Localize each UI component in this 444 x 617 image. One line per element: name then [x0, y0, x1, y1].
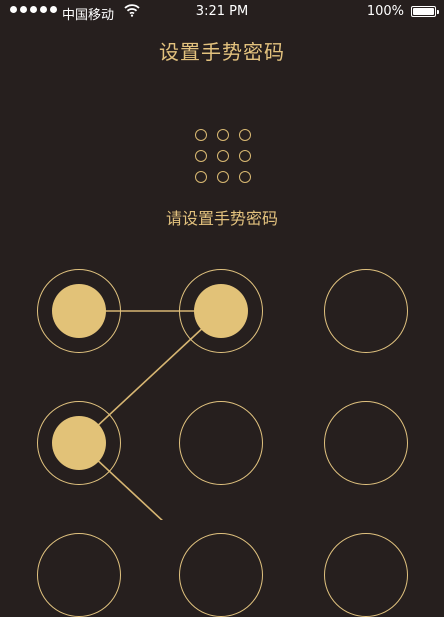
preview-dot [239, 129, 251, 141]
preview-dot [217, 129, 229, 141]
battery-percentage: 100% [366, 4, 404, 19]
preview-dot [217, 171, 229, 183]
instruction-text: 请设置手势密码 [165, 209, 278, 228]
preview-dot [195, 129, 207, 141]
gesture-node-5[interactable] [179, 401, 263, 485]
gesture-node-9[interactable] [324, 533, 408, 617]
preview-dot [239, 171, 251, 183]
preview-dot [239, 150, 251, 162]
battery-icon [411, 6, 439, 17]
pattern-preview [195, 129, 255, 189]
preview-dot [195, 171, 207, 183]
preview-dot [217, 150, 229, 162]
gesture-node-7[interactable] [37, 533, 121, 617]
gesture-node-2[interactable] [179, 269, 263, 353]
gesture-node-fill [52, 416, 106, 470]
status-bar: 中国移动 3:21 PM 100% [0, 0, 444, 24]
gesture-node-fill [52, 284, 106, 338]
gesture-node-3[interactable] [324, 269, 408, 353]
gesture-node-4[interactable] [37, 401, 121, 485]
gesture-node-fill [194, 284, 248, 338]
gesture-node-1[interactable] [37, 269, 121, 353]
gesture-node-8[interactable] [179, 533, 263, 617]
gesture-node-6[interactable] [324, 401, 408, 485]
preview-dot [195, 150, 207, 162]
page-title: 设置手势密码 [159, 40, 285, 64]
